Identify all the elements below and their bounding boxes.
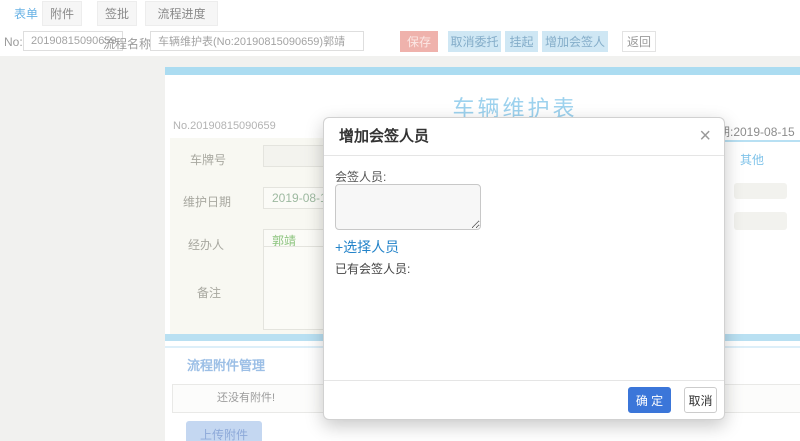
confirm-button[interactable]: 确 定	[628, 387, 671, 413]
modal-header: 增加会签人员 ×	[324, 118, 724, 156]
add-countersign-modal: 增加会签人员 × 会签人员: +选择人员 已有会签人员: 确 定 取消	[323, 117, 725, 420]
attachment-section-heading: 流程附件管理	[187, 358, 266, 373]
process-name-input[interactable]	[150, 31, 364, 51]
plate-number-label: 车牌号	[190, 153, 227, 167]
suspend-button[interactable]: 挂起	[505, 31, 538, 52]
handler-label: 经办人	[188, 238, 225, 252]
tab-bar: 表单 附件 签批 流程进度	[0, 0, 800, 27]
panel-top-accent-bar	[165, 67, 800, 75]
existing-countersign-label: 已有会签人员:	[335, 262, 411, 276]
right-field-box-1[interactable]	[734, 183, 787, 199]
toolbar: No: 流程名称: 保存 取消委托 挂起 增加会签人 返回	[0, 27, 800, 56]
countersign-person-label: 会签人员:	[335, 170, 387, 184]
tab-sign-approval[interactable]: 签批	[97, 1, 137, 26]
process-name-label: 流程名称:	[103, 37, 155, 51]
remark-label: 备注	[197, 286, 222, 300]
form-no-text: No.20190815090659	[173, 120, 276, 132]
cancel-button[interactable]: 取消	[684, 387, 717, 413]
add-countersign-button[interactable]: 增加会签人	[542, 31, 608, 52]
modal-footer: 确 定 取消	[324, 380, 724, 419]
right-field-box-2[interactable]	[734, 212, 787, 230]
other-link[interactable]: 其他	[740, 151, 764, 168]
tab-form[interactable]: 表单	[8, 1, 44, 26]
modal-title: 增加会签人员	[339, 128, 430, 145]
countersign-person-textarea[interactable]	[335, 184, 481, 230]
tab-attachment[interactable]: 附件	[42, 1, 82, 26]
select-person-link[interactable]: +选择人员	[335, 237, 399, 257]
cancel-delegate-button[interactable]: 取消委托	[448, 31, 501, 52]
maintenance-date-label: 维护日期	[183, 195, 232, 209]
upload-attachment-button[interactable]: 上传附件	[186, 421, 262, 441]
no-label: No:	[4, 35, 23, 49]
tab-process-progress[interactable]: 流程进度	[145, 1, 218, 26]
save-button[interactable]: 保存	[400, 31, 438, 52]
close-icon[interactable]: ×	[699, 126, 711, 146]
back-button[interactable]: 返回	[622, 31, 656, 52]
